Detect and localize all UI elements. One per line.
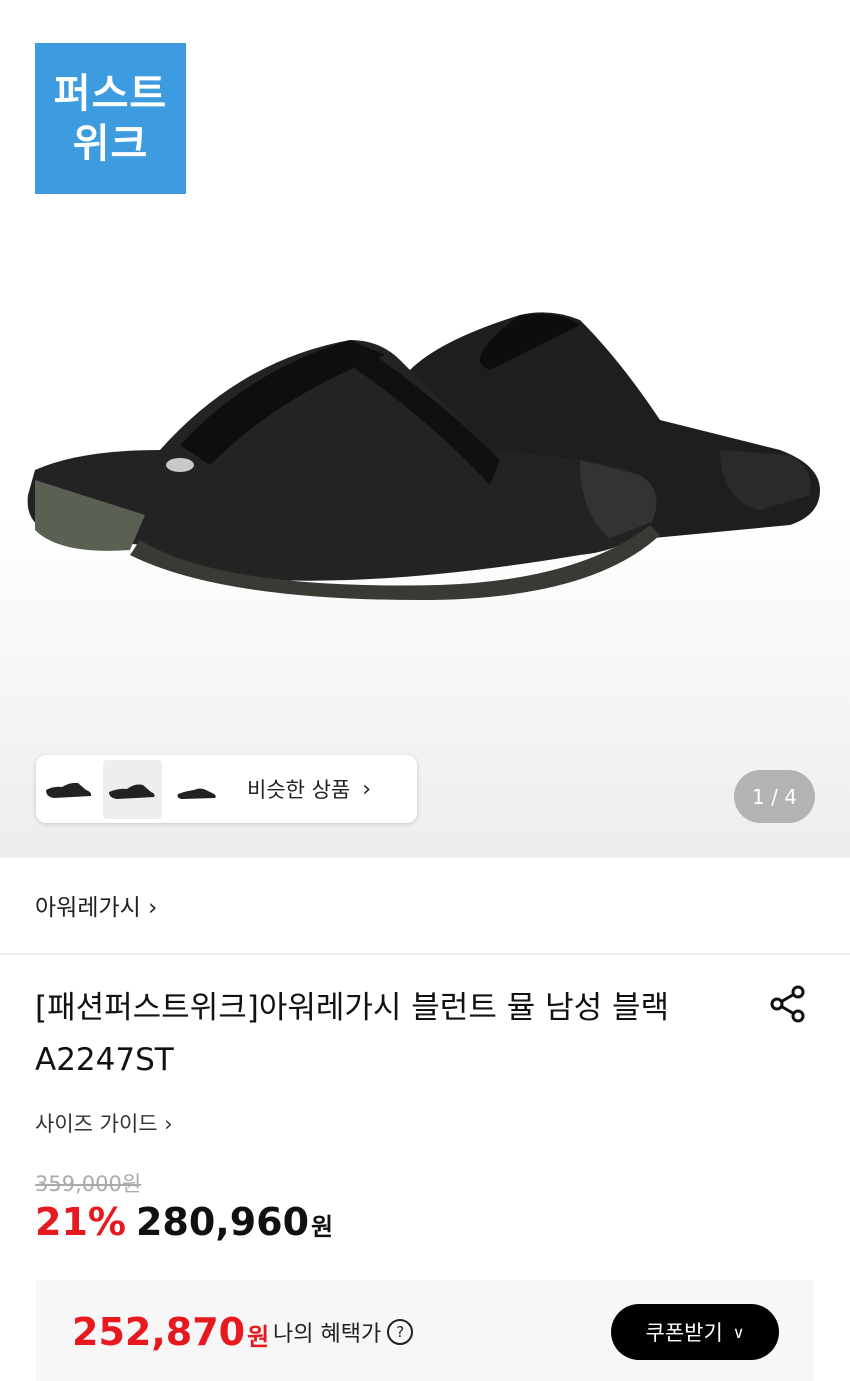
image-counter: 1 / 4 (734, 770, 815, 823)
coupon-button-label: 쿠폰받기 (645, 1321, 723, 1345)
sale-price-currency: 원 (311, 1213, 334, 1241)
product-image (27, 312, 820, 600)
coupon-button[interactable]: 쿠폰받기 ∨ (611, 1304, 779, 1360)
chevron-down-icon: ∨ (732, 1322, 745, 1342)
benefit-price: 252,870원 (72, 1310, 269, 1354)
benefit-label-text: 나의 혜택가 (273, 1322, 382, 1347)
sale-price: 280,960 (135, 1200, 310, 1244)
sale-price-row: 21% 280,960 원 (35, 1200, 333, 1244)
shoe-thumb-icon (109, 784, 155, 799)
similar-products-button[interactable]: 비슷한 상품 › (36, 755, 417, 823)
product-image-gallery[interactable]: 퍼스트 위크 비슷한 상품 › 1 / 4 (0, 0, 850, 858)
divider (0, 953, 850, 955)
product-title: [패션퍼스트위크]아워레가시 블런트 뮬 남성 블랙 A2247ST (35, 982, 745, 1086)
first-week-badge: 퍼스트 위크 (35, 43, 186, 194)
similar-thumb-1[interactable] (40, 760, 99, 819)
product-title-line2: A2247ST (35, 1042, 174, 1078)
share-icon[interactable] (768, 984, 808, 1024)
shoe-thumb-icon (177, 788, 216, 799)
chevron-right-icon: › (164, 1112, 173, 1136)
similar-thumb-2[interactable] (103, 759, 162, 819)
chevron-right-icon: › (362, 776, 372, 802)
benefit-price-currency: 원 (247, 1323, 270, 1351)
similar-products-label: 비슷한 상품 (247, 778, 351, 802)
original-price: 359,000원 (35, 1172, 142, 1196)
badge-line2: 위크 (72, 120, 149, 167)
size-guide-link[interactable]: 사이즈 가이드 › (35, 1108, 173, 1138)
size-guide-label: 사이즈 가이드 (35, 1112, 158, 1136)
benefit-price-value: 252,870 (72, 1310, 246, 1354)
brand-name: 아워레가시 (35, 895, 141, 921)
shoe-thumb-icon (46, 782, 92, 798)
discount-rate: 21% (35, 1200, 126, 1244)
product-title-line1: [패션퍼스트위크]아워레가시 블런트 뮬 남성 블랙 (35, 990, 670, 1026)
badge-line1: 퍼스트 (53, 70, 168, 117)
benefit-label[interactable]: 나의 혜택가 ? (273, 1316, 414, 1348)
chevron-right-icon: › (148, 895, 158, 921)
benefit-price-box: 252,870원 나의 혜택가 ? 쿠폰받기 ∨ (36, 1280, 814, 1381)
help-icon[interactable]: ? (387, 1319, 414, 1345)
brand-link[interactable]: 아워레가시 › (35, 888, 157, 922)
similar-thumb-3[interactable] (166, 760, 225, 819)
